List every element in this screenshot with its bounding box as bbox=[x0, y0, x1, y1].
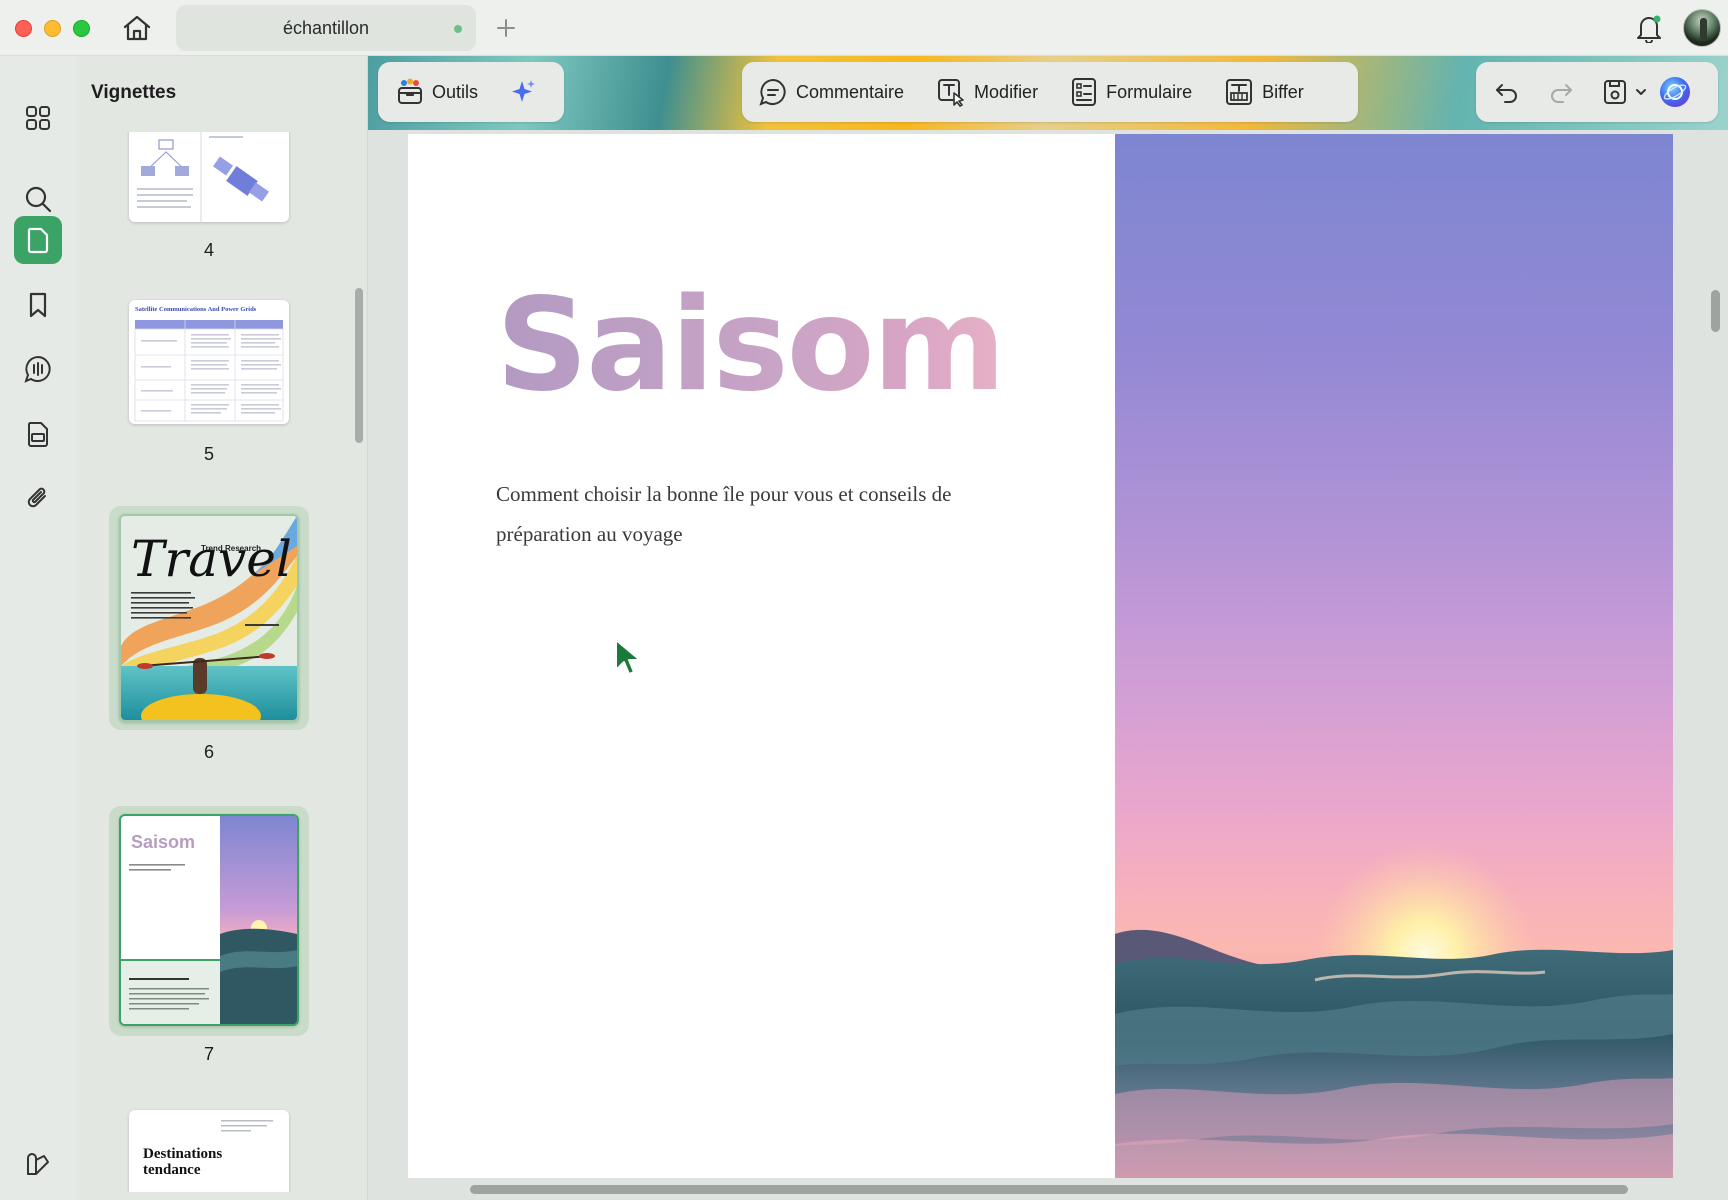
thumbnail-page-4[interactable]: 4 bbox=[109, 132, 309, 282]
attachment-icon bbox=[27, 487, 46, 508]
zoom-window-button[interactable] bbox=[73, 20, 90, 37]
left-rail bbox=[0, 56, 76, 1200]
svg-text:Travel: Travel bbox=[131, 530, 292, 588]
thumbnail-page-6[interactable]: Travel Trend Research 6 bbox=[109, 506, 309, 762]
thumbnail-number: 7 bbox=[203, 1044, 214, 1064]
mouse-cursor-icon bbox=[615, 639, 641, 675]
close-window-button[interactable] bbox=[15, 20, 32, 37]
home-icon bbox=[123, 15, 151, 41]
thumbnail-number: 4 bbox=[203, 240, 214, 260]
redact-icon bbox=[1226, 79, 1253, 105]
document-subtitle[interactable]: Comment choisir la bonne île pour vous e… bbox=[496, 474, 976, 554]
bell-icon bbox=[1637, 15, 1661, 43]
title-bar: échantillon bbox=[0, 0, 1728, 56]
stamp-icon bbox=[27, 422, 48, 447]
notifications-button[interactable] bbox=[1632, 10, 1666, 46]
document-page[interactable]: Saisom Comment choisir la bonne île pour… bbox=[408, 134, 1673, 1178]
comments-icon bbox=[24, 355, 51, 383]
bookmark-icon bbox=[29, 292, 47, 318]
thumbnail-4-content bbox=[137, 132, 269, 222]
minimize-window-button[interactable] bbox=[44, 20, 61, 37]
plus-icon bbox=[497, 19, 515, 37]
theme-toggle-button[interactable] bbox=[14, 1140, 62, 1188]
thumbnails-scrollbar[interactable] bbox=[351, 132, 367, 1192]
form-icon bbox=[1072, 78, 1097, 106]
redo-button[interactable] bbox=[1538, 70, 1584, 114]
ai-assistant-icon bbox=[1660, 77, 1690, 107]
redo-icon bbox=[1551, 84, 1572, 103]
grid-view-button[interactable] bbox=[14, 94, 62, 142]
tools-group: Outils bbox=[378, 62, 564, 122]
thumbnail-8-lines bbox=[221, 1120, 273, 1132]
toolbox-icon bbox=[398, 78, 422, 104]
attachments-button[interactable] bbox=[14, 474, 62, 522]
document-title[interactable]: Saisom bbox=[496, 271, 1006, 420]
edit-text-icon bbox=[938, 79, 964, 107]
save-button[interactable] bbox=[1592, 70, 1630, 114]
redact-tool-button[interactable]: Biffer bbox=[1214, 70, 1314, 114]
save-options-dropdown[interactable] bbox=[1630, 70, 1652, 114]
grid-icon bbox=[26, 106, 50, 130]
save-icon bbox=[1604, 80, 1626, 104]
undo-icon bbox=[1496, 84, 1517, 103]
thumbnail-number: 6 bbox=[203, 742, 214, 762]
thumbnail-list: 4 Satellite Communications And Power Gri… bbox=[76, 132, 346, 1192]
thumbnail-6-kicker: Trend Research bbox=[201, 544, 262, 553]
home-button[interactable] bbox=[120, 12, 154, 44]
form-label: Formulaire bbox=[1106, 81, 1193, 102]
edit-label: Modifier bbox=[974, 81, 1039, 102]
form-tool-button[interactable]: Formulaire bbox=[1060, 70, 1202, 114]
unsaved-indicator bbox=[454, 25, 462, 33]
user-avatar[interactable] bbox=[1683, 9, 1721, 47]
thumbnail-5-table bbox=[134, 320, 284, 422]
undo-button[interactable] bbox=[1476, 70, 1530, 114]
search-icon bbox=[25, 186, 52, 213]
pages-panel-button[interactable] bbox=[14, 216, 62, 264]
edit-tools-group: Commentaire Modifier Formulaire Biffer bbox=[742, 62, 1358, 122]
sunset-sea-image bbox=[1115, 134, 1673, 1178]
sunset-sea-scene bbox=[1115, 844, 1673, 1178]
edit-tool-button[interactable]: Modifier bbox=[926, 70, 1048, 114]
thumbnails-panel: Vignettes 4 Satellite Communications And… bbox=[76, 56, 368, 1200]
page-text-column: Saisom Comment choisir la bonne île pour… bbox=[408, 134, 1115, 1178]
comment-label: Commentaire bbox=[796, 81, 905, 102]
thumbnail-page-8[interactable]: Destinations tendance bbox=[109, 1110, 309, 1192]
document-horizontal-scrollbar[interactable] bbox=[372, 1180, 1702, 1198]
comment-tool-button[interactable]: Commentaire bbox=[742, 70, 914, 114]
pages-icon bbox=[27, 227, 49, 254]
thumbnail-page-7[interactable]: Saisom 7 bbox=[109, 806, 309, 1064]
document-tab[interactable]: échantillon bbox=[176, 5, 476, 51]
document-vertical-scrollbar[interactable] bbox=[1706, 130, 1724, 1180]
theme-icon bbox=[27, 1153, 49, 1175]
comments-button[interactable] bbox=[14, 345, 62, 393]
new-tab-button[interactable] bbox=[490, 12, 522, 44]
thumbnail-7-heading: Saisom bbox=[131, 832, 196, 852]
tools-button[interactable]: Outils bbox=[378, 70, 488, 114]
ai-assist-button[interactable] bbox=[498, 70, 548, 114]
tools-label: Outils bbox=[432, 81, 479, 102]
history-group bbox=[1476, 62, 1718, 122]
thumbnail-page-5[interactable]: Satellite Communications And Power Grids bbox=[109, 300, 309, 470]
chevron-down-icon bbox=[1636, 89, 1646, 95]
stamps-button[interactable] bbox=[14, 410, 62, 458]
comment-icon bbox=[759, 78, 786, 106]
sparkle-icon bbox=[512, 80, 536, 102]
thumbnail-number: 5 bbox=[203, 444, 214, 464]
tab-title: échantillon bbox=[282, 17, 370, 38]
panel-title: Vignettes bbox=[91, 82, 177, 103]
ai-assistant-button[interactable] bbox=[1652, 70, 1698, 114]
redact-label: Biffer bbox=[1262, 81, 1304, 102]
bookmarks-button[interactable] bbox=[14, 281, 62, 329]
